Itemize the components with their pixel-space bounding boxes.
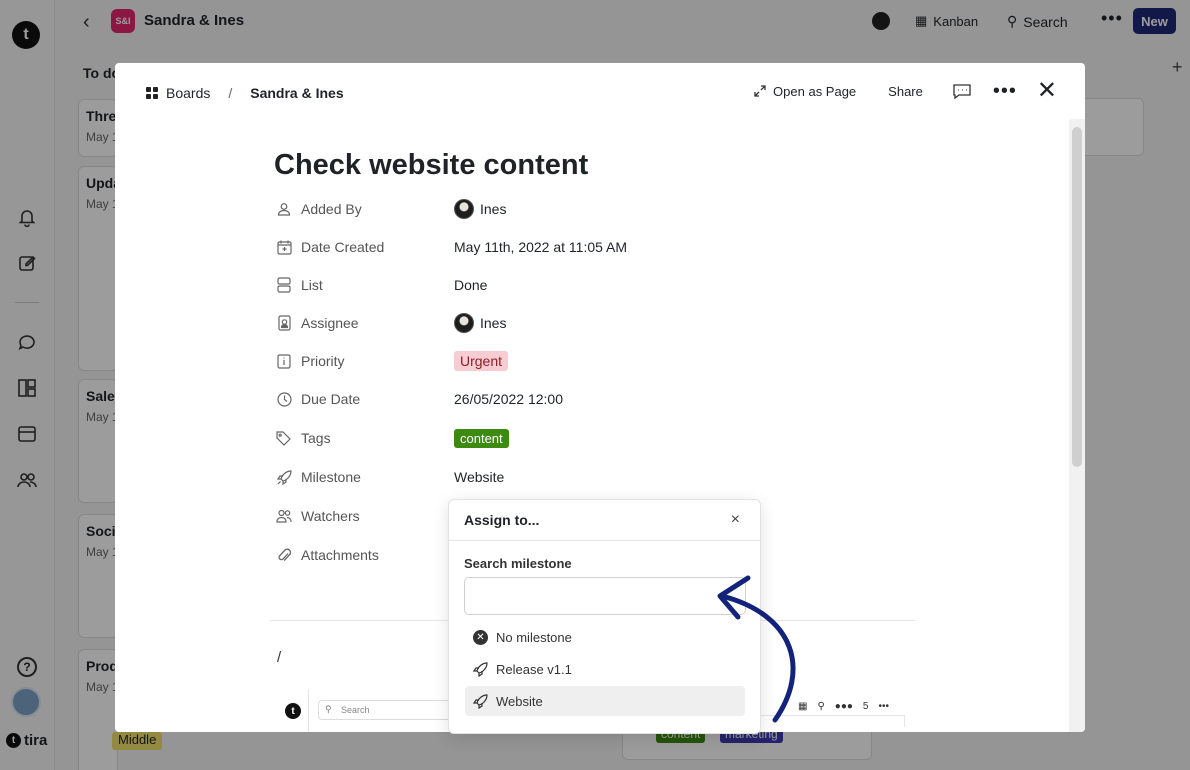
task-title[interactable]: Check website content <box>274 149 588 182</box>
property-priority: Priority <box>275 350 345 372</box>
list-value[interactable]: Done <box>454 274 487 296</box>
tags-value[interactable]: content <box>454 427 509 449</box>
embedded-toolbar: ▦ ⚲ ●●● 5 ••• <box>798 701 889 712</box>
open-as-page-label: Open as Page <box>773 83 857 99</box>
expand-icon <box>754 85 766 97</box>
property-milestone: Milestone <box>275 466 361 488</box>
id-badge-icon <box>275 314 293 332</box>
property-label: Attachments <box>301 547 379 563</box>
property-tags: Tags <box>275 427 331 449</box>
property-label: Due Date <box>301 391 361 407</box>
property-label: Assignee <box>301 315 359 331</box>
scrollbar-thumb[interactable] <box>1072 127 1082 467</box>
added-by-name: Ines <box>480 201 507 217</box>
priority-badge: Urgent <box>454 351 509 371</box>
milestone-value[interactable]: Website <box>454 466 504 488</box>
property-date-created: Date Created <box>275 236 384 258</box>
property-label: Priority <box>301 353 345 369</box>
avatar <box>454 313 474 333</box>
property-label: Added By <box>301 201 362 217</box>
more-icon[interactable]: ••• <box>993 81 1017 101</box>
tag-icon <box>275 429 293 447</box>
share-button[interactable]: Share <box>888 84 923 99</box>
rocket-icon <box>473 693 488 709</box>
close-icon[interactable]: ✕ <box>1037 79 1057 103</box>
more-icon: ••• <box>878 701 889 712</box>
rocket-icon <box>275 468 293 486</box>
date-created-value: May 11th, 2022 at 11:05 AM <box>454 239 628 255</box>
breadcrumb-current[interactable]: Sandra & Ines <box>250 85 343 101</box>
breadcrumb: Boards / Sandra & Ines <box>146 85 344 101</box>
property-due-date: Due Date <box>275 388 360 410</box>
divider <box>308 689 309 732</box>
breadcrumb-separator: / <box>228 85 233 101</box>
search-milestone-label: Search milestone <box>464 556 572 571</box>
modal-actions: Open as Page Share ••• ✕ <box>754 79 1057 103</box>
added-by-value: Ines <box>454 198 506 220</box>
property-watchers: Watchers <box>275 505 360 527</box>
option-label: No milestone <box>496 629 572 645</box>
open-as-page-button[interactable]: Open as Page <box>754 84 856 99</box>
rocket-icon <box>473 661 488 677</box>
comment-icon[interactable] <box>953 83 971 99</box>
property-label: List <box>301 277 323 293</box>
avatar <box>454 199 474 219</box>
property-assignee: Assignee <box>275 312 359 334</box>
property-label: Watchers <box>301 508 360 524</box>
calendar-plus-icon <box>275 238 293 256</box>
description-editor[interactable]: / <box>277 649 281 666</box>
property-added-by: Added By <box>275 198 362 220</box>
clock-icon <box>275 390 293 408</box>
annotation-arrow-icon <box>717 575 796 723</box>
property-attachments: Attachments <box>275 544 379 566</box>
option-label: Release v1.1 <box>496 661 572 677</box>
priority-value[interactable]: Urgent <box>454 350 509 372</box>
assignee-value[interactable]: Ines <box>454 312 506 334</box>
property-label: Tags <box>301 430 331 446</box>
boards-grid-icon <box>146 87 158 99</box>
list-icon <box>275 276 293 294</box>
user-icon <box>275 200 293 218</box>
tag-badge: content <box>454 428 509 448</box>
app-logo-icon: t <box>285 703 301 719</box>
option-label: Website <box>496 693 543 709</box>
due-date-value[interactable]: 26/05/2022 12:00 <box>454 388 563 410</box>
search-icon: ⚲ <box>817 701 825 712</box>
paperclip-icon <box>275 546 293 564</box>
popover-title: Assign to... <box>464 512 540 528</box>
assignee-name: Ines <box>480 315 507 331</box>
avatar-group-icon: ●●● <box>834 701 853 712</box>
breadcrumb-boards-link[interactable]: Boards <box>166 85 210 101</box>
close-icon[interactable]: × <box>731 511 740 529</box>
property-label: Date Created <box>301 239 385 255</box>
property-label: Milestone <box>301 469 361 485</box>
property-list: List <box>275 274 323 296</box>
users-icon <box>275 507 293 525</box>
embedded-search: Search <box>318 700 458 720</box>
popover-header: Assign to... × <box>449 500 760 541</box>
member-count: 5 <box>862 701 869 712</box>
info-icon <box>275 352 293 370</box>
x-circle-icon: ✕ <box>473 629 488 645</box>
